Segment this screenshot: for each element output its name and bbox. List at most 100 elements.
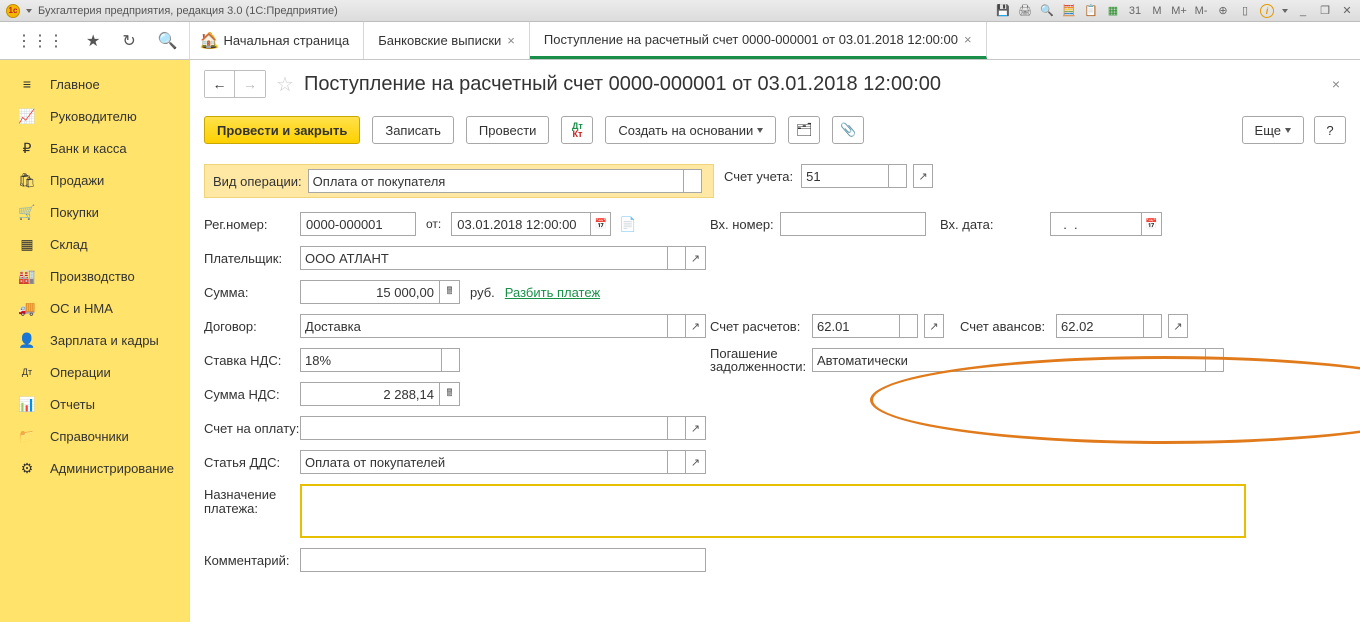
comment-input[interactable] [300,548,706,572]
print-icon[interactable]: 🖨 [1018,4,1032,18]
contract-label: Договор: [204,319,300,334]
attach-button[interactable]: 📎 [832,116,864,144]
vatsum-input[interactable] [300,382,440,406]
tab-home[interactable]: 🏠 Начальная страница [190,22,364,59]
grid-icon[interactable]: ▦ [1106,4,1120,18]
zoom-in-icon[interactable]: ⊕ [1216,4,1230,18]
sidebar-item-reports[interactable]: 📊Отчеты [0,388,189,420]
chevron-down-icon[interactable] [667,451,685,473]
open-ref-icon[interactable]: ↗ [1168,314,1188,338]
app-title: Бухгалтерия предприятия, редакция 3.0 (1… [38,5,338,17]
adv-acc-select[interactable]: 62.02 [1056,314,1162,338]
calculator-icon[interactable]: 🖩 [440,280,460,304]
create-based-button[interactable]: Создать на основании [605,116,776,144]
regno-input[interactable] [300,212,416,236]
help-button[interactable]: ? [1314,116,1346,144]
sidebar-item-stock[interactable]: ▦Склад [0,228,189,260]
sidebar-item-admin[interactable]: ⚙Администрирование [0,452,189,484]
sidebar-item-sales[interactable]: 🛍Продажи [0,164,189,196]
history-icon[interactable]: ↻ [122,31,135,51]
debt-select[interactable]: Автоматически [812,348,1224,372]
sidebar-item-production[interactable]: 🏭Производство [0,260,189,292]
save-button[interactable]: Записать [372,116,454,144]
tab-bank[interactable]: Банковские выписки × [364,22,530,59]
sidebar-item-manager[interactable]: 📈Руководителю [0,100,189,132]
search-icon[interactable]: 🔍 [158,31,178,51]
calc-acc-select[interactable]: 62.01 [812,314,918,338]
tab-document-close-icon[interactable]: × [964,32,972,47]
sum-input[interactable] [300,280,440,304]
star-icon[interactable]: ☆ [276,72,294,97]
minimize-icon[interactable]: _ [1296,4,1310,18]
dtct-button[interactable]: ДтКт [561,116,593,144]
favorite-icon[interactable]: ★ [86,31,100,51]
invoice-select[interactable] [300,416,686,440]
open-ref-icon[interactable]: ↗ [924,314,944,338]
vatrate-select[interactable]: 18% [300,348,460,372]
sidebar-item-assets[interactable]: 🚚ОС и НМА [0,292,189,324]
indate-input[interactable] [1050,212,1142,236]
inno-input[interactable] [780,212,926,236]
payer-value: ООО АТЛАНТ [305,251,389,266]
operation-type-select[interactable]: Оплата от покупателя [308,169,702,193]
restore-icon[interactable]: ❐ [1318,4,1332,18]
purpose-textarea[interactable] [300,484,1246,538]
panel-icon[interactable]: ▯ [1238,4,1252,18]
date-input[interactable] [451,212,591,236]
open-ref-icon[interactable]: ↗ [686,314,706,338]
info-dd-icon[interactable] [1282,9,1288,13]
structure-button[interactable]: 🗂 [788,116,820,144]
sidebar-item-bank[interactable]: ₽Банк и касса [0,132,189,164]
sidebar-item-purchases[interactable]: 🛒Покупки [0,196,189,228]
save-icon[interactable]: 💾 [996,4,1010,18]
chevron-down-icon[interactable] [888,165,906,187]
open-ref-icon[interactable]: ↗ [686,450,706,474]
chevron-down-icon[interactable] [667,247,685,269]
open-ref-icon[interactable]: ↗ [686,416,706,440]
sidebar-item-label: Главное [50,77,100,92]
chevron-down-icon[interactable] [441,349,459,371]
sidebar-item-refs[interactable]: 📁Справочники [0,420,189,452]
chevron-down-icon[interactable] [667,417,685,439]
chevron-down-icon[interactable] [667,315,685,337]
close-icon[interactable]: ✕ [1340,4,1354,18]
dds-select[interactable]: Оплата от покупателей [300,450,686,474]
info-icon[interactable]: i [1260,4,1274,18]
link-icon[interactable]: 🔍 [1040,4,1054,18]
chevron-down-icon[interactable] [1143,315,1161,337]
split-payment-link[interactable]: Разбить платеж [505,285,600,300]
contract-select[interactable]: Доставка [300,314,686,338]
m-icon[interactable]: M [1150,4,1164,18]
apps-icon[interactable]: ⋮⋮⋮ [16,31,64,51]
m-plus-icon[interactable]: M+ [1172,4,1186,18]
calendar-icon[interactable]: 📅 [1142,212,1162,236]
chevron-down-icon [1285,128,1291,133]
m-minus-icon[interactable]: M- [1194,4,1208,18]
sidebar-item-operations[interactable]: ДтОперации [0,356,189,388]
calculator-icon[interactable]: 🖩 [440,382,460,406]
content: ← → ☆ Поступление на расчетный счет 0000… [190,60,1360,622]
inno-label: Вх. номер: [710,217,780,232]
tab-document[interactable]: Поступление на расчетный счет 0000-00000… [530,22,987,59]
open-ref-icon[interactable]: ↗ [686,246,706,270]
chevron-down-icon[interactable] [1205,349,1223,371]
calendar-icon[interactable]: 📋 [1084,4,1098,18]
payer-select[interactable]: ООО АТЛАНТ [300,246,686,270]
sidebar-item-salary[interactable]: 👤Зарплата и кадры [0,324,189,356]
more-button[interactable]: Еще [1242,116,1304,144]
calendar-icon[interactable]: 📅 [591,212,611,236]
account-select[interactable]: 51 [801,164,907,188]
chevron-down-icon[interactable] [899,315,917,337]
app-menu-dropdown-icon[interactable] [26,9,32,13]
chevron-down-icon[interactable] [683,170,701,192]
open-ref-icon[interactable]: ↗ [913,164,933,188]
back-button[interactable]: ← [205,71,235,97]
date-icon[interactable]: 31 [1128,4,1142,18]
post-and-close-button[interactable]: Провести и закрыть [204,116,360,144]
close-page-icon[interactable]: × [1332,76,1346,92]
post-button[interactable]: Провести [466,116,550,144]
forward-button[interactable]: → [235,71,265,97]
calc-icon[interactable]: 🧮 [1062,4,1076,18]
sidebar-item-main[interactable]: ≡Главное [0,68,189,100]
tab-bank-close-icon[interactable]: × [507,33,515,48]
